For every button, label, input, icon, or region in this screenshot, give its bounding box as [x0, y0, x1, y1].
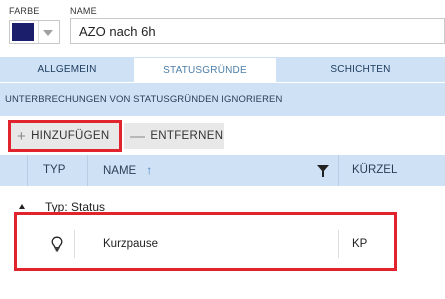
name-label: NAME	[70, 6, 97, 16]
color-label: FARBE	[9, 6, 40, 16]
collapse-triangle-icon[interactable]	[19, 204, 25, 209]
chevron-down-icon[interactable]	[43, 30, 53, 36]
color-swatch	[12, 23, 34, 41]
minus-icon: —	[130, 127, 146, 145]
add-button-label: HINZUFÜGEN	[31, 130, 110, 142]
column-separator	[87, 155, 88, 186]
cell-separator	[338, 230, 339, 258]
column-header-typ[interactable]: TYP	[43, 155, 83, 186]
color-divider	[38, 21, 39, 43]
cell-name: Kurzpause	[103, 238, 158, 250]
cell-kuerzel: KP	[352, 238, 368, 250]
table-row[interactable]: Kurzpause KP	[26, 226, 445, 262]
cell-separator	[74, 230, 75, 258]
tab-bar: ALLGEMEIN STATUSGRÜNDE SCHICHTEN	[0, 57, 445, 82]
tab-statusgruende[interactable]: STATUSGRÜNDE	[134, 57, 276, 82]
group-row[interactable]: Typ: Status	[0, 196, 445, 218]
dialog-root: FARBE NAME ALLGEMEIN STATUSGRÜNDE SCHICH…	[0, 0, 445, 299]
column-header-name-label: NAME	[103, 165, 137, 177]
color-picker[interactable]	[9, 20, 60, 44]
lightbulb-icon	[51, 226, 67, 262]
column-separator	[27, 155, 28, 186]
column-header-name[interactable]: NAME ↑	[103, 155, 263, 186]
plus-icon: +	[17, 127, 27, 145]
filter-icon[interactable]	[317, 165, 329, 177]
column-header-kuerzel[interactable]: KÜRZEL	[352, 155, 432, 186]
grid-header: TYP NAME ↑ KÜRZEL	[0, 155, 445, 186]
remove-button[interactable]: — ENTFERNEN	[124, 123, 224, 149]
group-label: Typ: Status	[45, 200, 106, 214]
name-input[interactable]	[70, 18, 445, 44]
add-button[interactable]: + HINZUFÜGEN	[11, 123, 119, 149]
column-separator	[338, 155, 339, 186]
tab-allgemein[interactable]: ALLGEMEIN	[0, 57, 134, 82]
tab-schichten[interactable]: SCHICHTEN	[276, 57, 445, 82]
sort-ascending-icon: ↑	[146, 163, 153, 177]
remove-button-label: ENTFERNEN	[150, 130, 224, 142]
ignore-interruptions-toggle[interactable]: UNTERBRECHUNGEN VON STATUSGRÜNDEN IGNORI…	[0, 83, 445, 116]
